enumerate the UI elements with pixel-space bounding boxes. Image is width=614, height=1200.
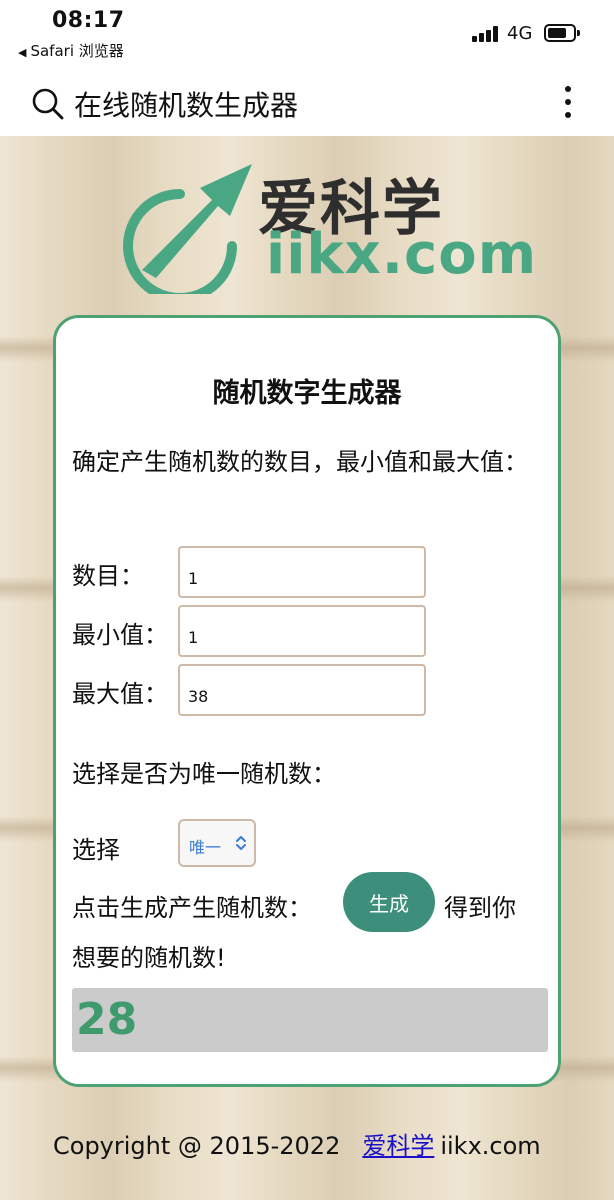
chevron-up-down-icon	[236, 836, 246, 850]
logo-arrow-icon	[123, 164, 252, 294]
generate-prompt: 点击生成产生随机数：	[72, 894, 312, 922]
footer-domain: iikx.com	[440, 1132, 541, 1160]
search-query-title[interactable]: 在线随机数生成器	[74, 84, 298, 124]
min-label: 最小值：	[72, 621, 168, 649]
result-value: 28	[76, 994, 138, 1045]
count-label: 数目：	[72, 562, 144, 590]
min-input[interactable]	[178, 605, 426, 657]
logo-domain-text: iikx.com	[266, 222, 538, 287]
more-options-icon[interactable]	[556, 84, 580, 120]
network-type: 4G	[507, 23, 533, 44]
cellular-signal-icon	[472, 26, 502, 42]
instruction-text: 确定产生随机数的数目，最小值和最大值：	[72, 448, 528, 476]
generate-suffix-line1: 得到你	[444, 894, 516, 922]
card-title: 随机数字生成器	[212, 378, 402, 409]
max-label: 最大值：	[72, 680, 168, 708]
copyright-text: Copyright @ 2015-2022	[53, 1132, 341, 1160]
generate-button[interactable]: 生成	[343, 872, 435, 932]
footer: Copyright @ 2015-2022 爱科学 iikx.com	[53, 1126, 541, 1161]
footer-home-link[interactable]: 爱科学	[362, 1132, 434, 1160]
max-input[interactable]	[178, 664, 426, 716]
status-bar: 08:17 ◀ Safari 浏览器 4G	[0, 0, 614, 68]
select-value: 唯一	[189, 838, 222, 857]
select-label: 选择	[72, 836, 120, 864]
battery-icon	[544, 24, 580, 42]
search-icon[interactable]	[32, 88, 64, 120]
unique-prompt: 选择是否为唯一随机数：	[72, 760, 336, 788]
status-time: 08:17	[52, 8, 125, 33]
count-input[interactable]	[178, 546, 426, 598]
result-box: 28	[72, 988, 548, 1052]
back-arrow-icon: ◀	[18, 46, 27, 59]
back-app-label: Safari 浏览器	[30, 42, 124, 60]
back-to-app-link[interactable]: ◀ Safari 浏览器	[18, 40, 124, 61]
generate-suffix-line2: 想要的随机数!	[72, 944, 226, 972]
unique-select[interactable]: 唯一	[178, 819, 256, 867]
